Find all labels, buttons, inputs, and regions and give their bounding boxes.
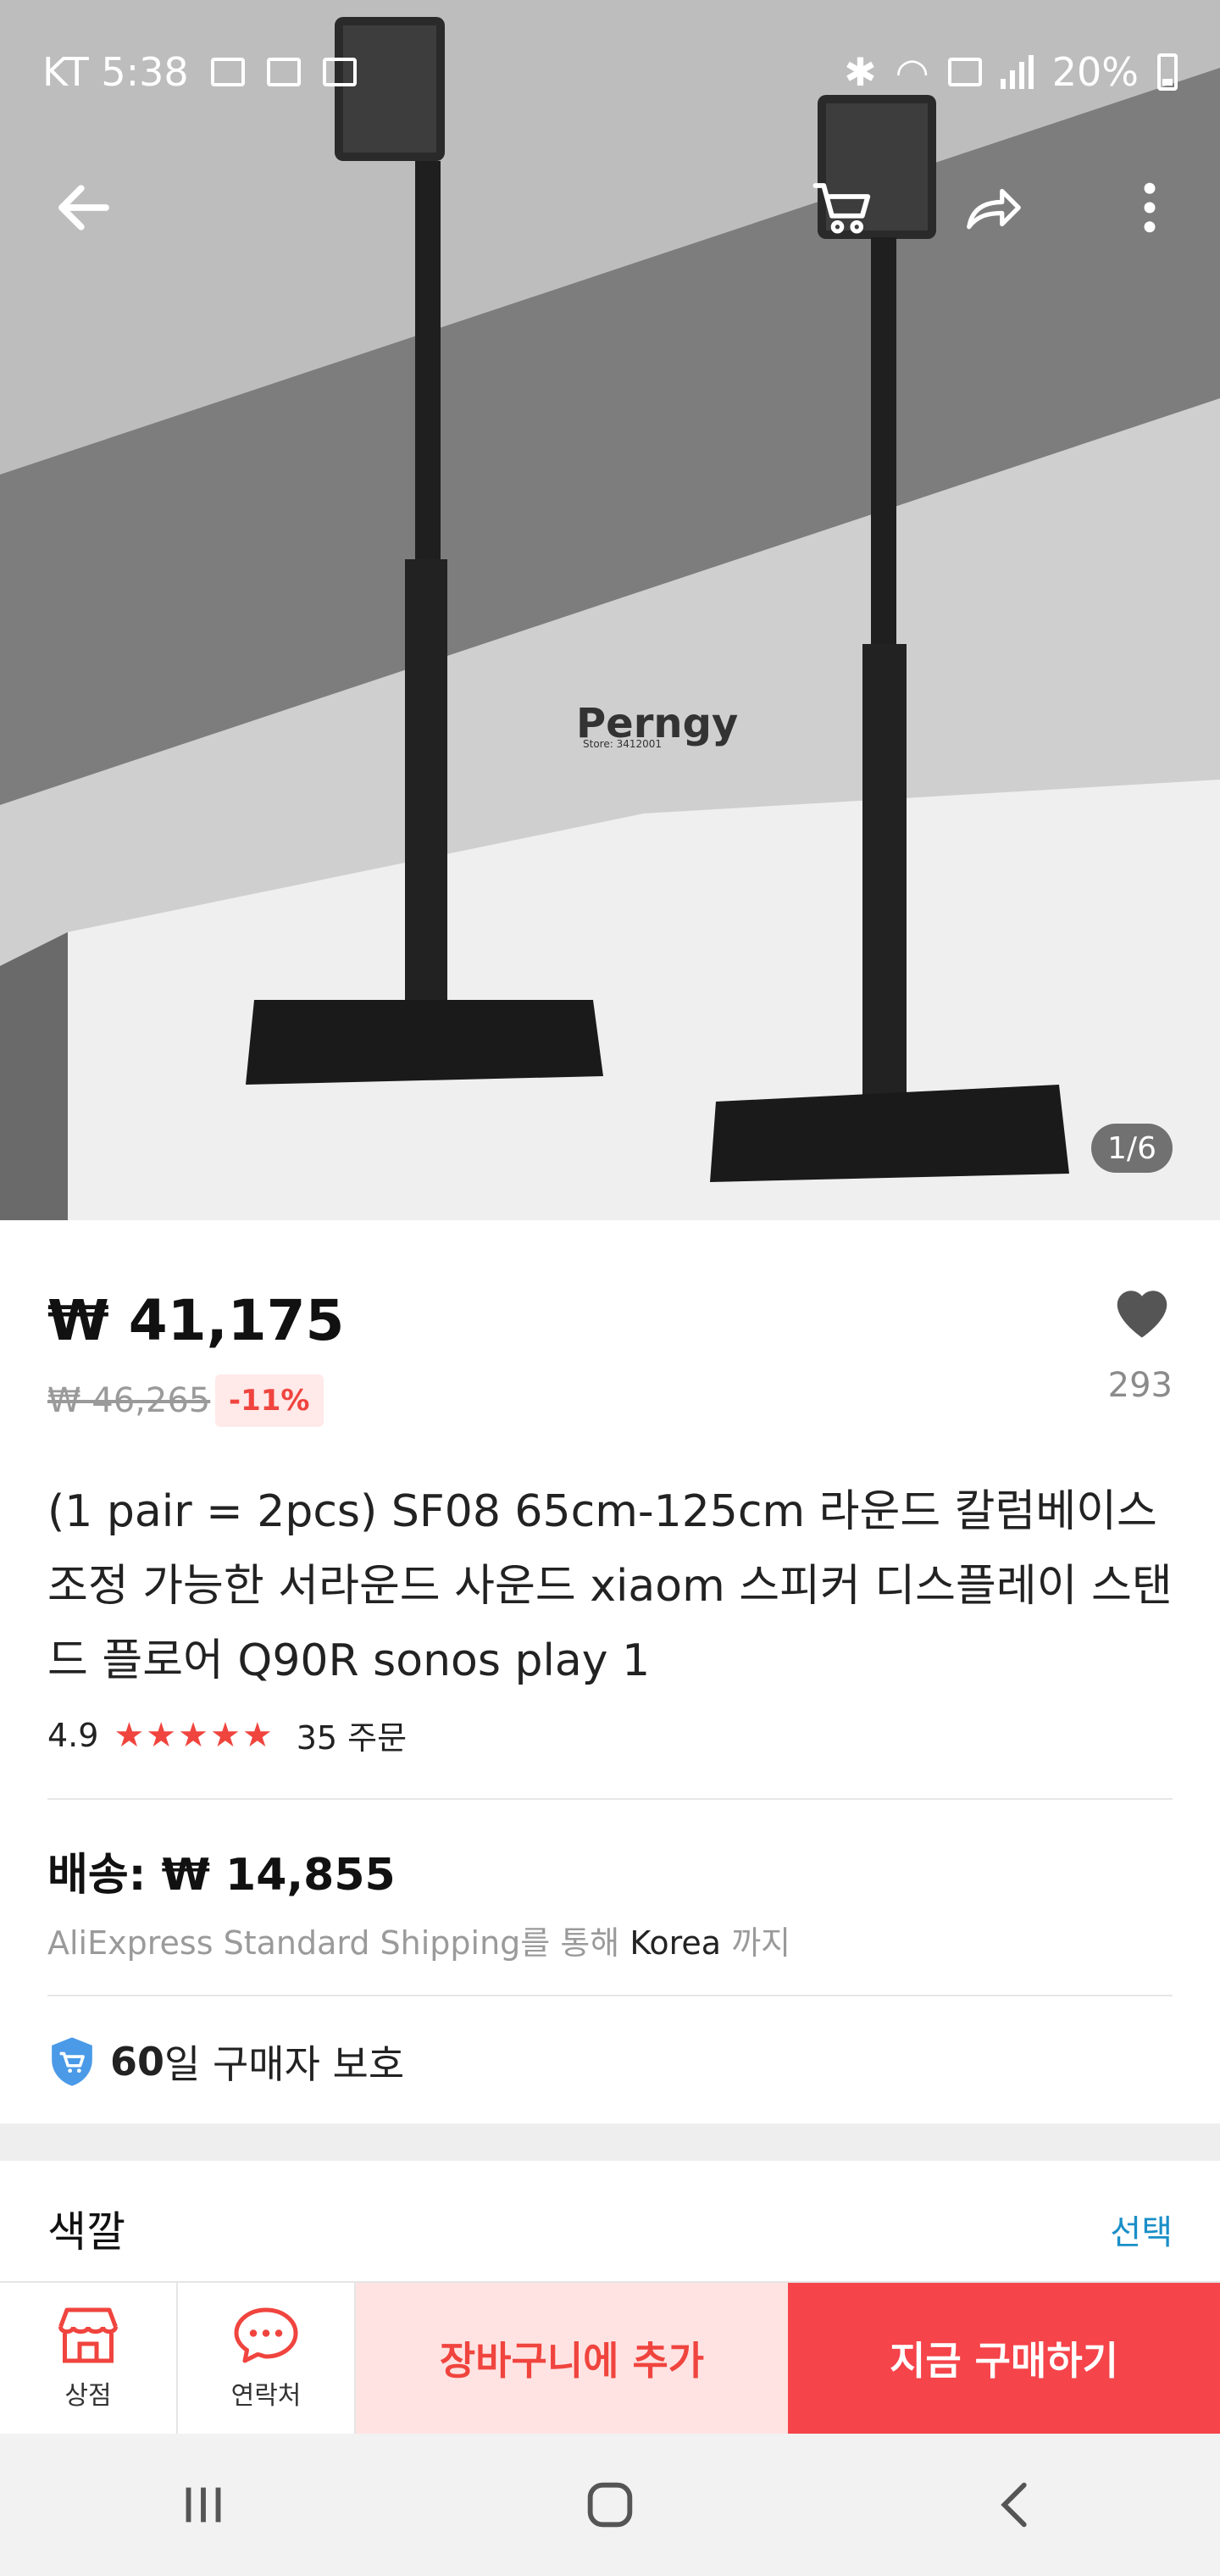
bluetooth-icon: ✱ <box>844 49 877 95</box>
bottom-action-bar: 상점 연락처 장바구니에 추가 지금 구매하기 <box>0 2281 1220 2434</box>
rating-value: 4.9 <box>47 1716 99 1754</box>
store-watermark: Store: 3412001 <box>583 738 662 750</box>
heart-icon <box>1117 1291 1167 1338</box>
divider <box>47 1995 1173 1996</box>
protection-text: 일 구매자 보호 <box>164 2041 405 2087</box>
store-icon <box>58 2307 118 2363</box>
buy-now-button[interactable]: 지금 구매하기 <box>788 2283 1220 2434</box>
rating-row[interactable]: 4.9 ★★★★★ 35 주문 <box>47 1712 407 1758</box>
wishlist-count: 293 <box>1107 1366 1173 1405</box>
shipping-method-prefix: AliExpress Standard Shipping를 통해 <box>47 1924 620 1962</box>
system-nav-bar <box>0 2434 1220 2576</box>
hd-icon <box>947 58 982 86</box>
mail-icon <box>210 58 245 86</box>
chat-icon <box>234 2307 298 2363</box>
shipping-cost[interactable]: 배송: ₩ 14,855 <box>47 1839 396 1902</box>
original-price: ₩ 46,265 <box>47 1381 211 1420</box>
shipping-method[interactable]: AliExpress Standard Shipping를 통해 Korea 까… <box>47 1917 790 1963</box>
back-icon <box>58 185 109 230</box>
home-button[interactable] <box>559 2454 661 2556</box>
image-icon <box>322 58 357 86</box>
signal-icon <box>1000 55 1034 89</box>
cart-button[interactable] <box>805 169 881 246</box>
image-counter: 1/6 <box>1091 1124 1173 1173</box>
status-bar: KT 5:38 ✱ ◠ 20% <box>42 42 1178 102</box>
add-to-cart-button[interactable]: 장바구니에 추가 <box>356 2283 788 2434</box>
recent-apps-button[interactable] <box>152 2454 254 2556</box>
color-select-link[interactable]: 선택 <box>1110 2205 1173 2254</box>
card-icon <box>266 58 301 86</box>
shield-cart-icon <box>52 2037 92 2086</box>
more-options-button[interactable] <box>1112 169 1188 246</box>
battery-icon <box>1157 53 1178 91</box>
store-label: 상점 <box>64 2381 112 2411</box>
battery-percent: 20% <box>1051 49 1139 95</box>
shipping-method-suffix: 까지 <box>731 1924 791 1962</box>
wishlist-button[interactable] <box>1108 1280 1176 1341</box>
discount-badge: -11% <box>215 1374 324 1427</box>
buyer-protection[interactable]: 60 일 구매자 보호 <box>47 2034 404 2090</box>
protection-days: 60 <box>110 2039 165 2085</box>
rating-stars: ★★★★★ <box>114 1715 274 1755</box>
cart-icon <box>812 183 871 234</box>
share-icon <box>967 188 1021 230</box>
home-icon <box>587 2482 633 2528</box>
wifi-icon: ◠ <box>895 49 929 95</box>
section-separator <box>0 2124 1220 2161</box>
nav-back-icon <box>1001 2482 1027 2528</box>
back-button[interactable] <box>46 169 122 246</box>
divider <box>47 1798 1173 1800</box>
product-title: (1 pair = 2pcs) SF08 65cm-125cm 라운드 칼럼베이… <box>47 1486 1173 1686</box>
color-label: 색깔 <box>47 2207 125 2257</box>
contact-button[interactable]: 연락처 <box>178 2283 356 2434</box>
share-button[interactable] <box>956 169 1032 246</box>
more-icon <box>1144 182 1156 233</box>
order-count: 35 주문 <box>296 1719 408 1757</box>
product-image-gallery[interactable]: Perngy Store: 3412001 KT 5:38 ✱ ◠ 20% 1/… <box>0 0 1220 1220</box>
store-button[interactable]: 상점 <box>0 2283 178 2434</box>
current-price: ₩ 41,175 <box>47 1288 345 1353</box>
contact-label: 연락처 <box>230 2381 302 2411</box>
carrier-time: KT 5:38 <box>42 49 189 95</box>
recent-apps-icon <box>186 2487 221 2523</box>
top-action-bar <box>0 169 1220 246</box>
nav-back-button[interactable] <box>966 2454 1068 2556</box>
shipping-destination: Korea <box>629 1924 722 1962</box>
